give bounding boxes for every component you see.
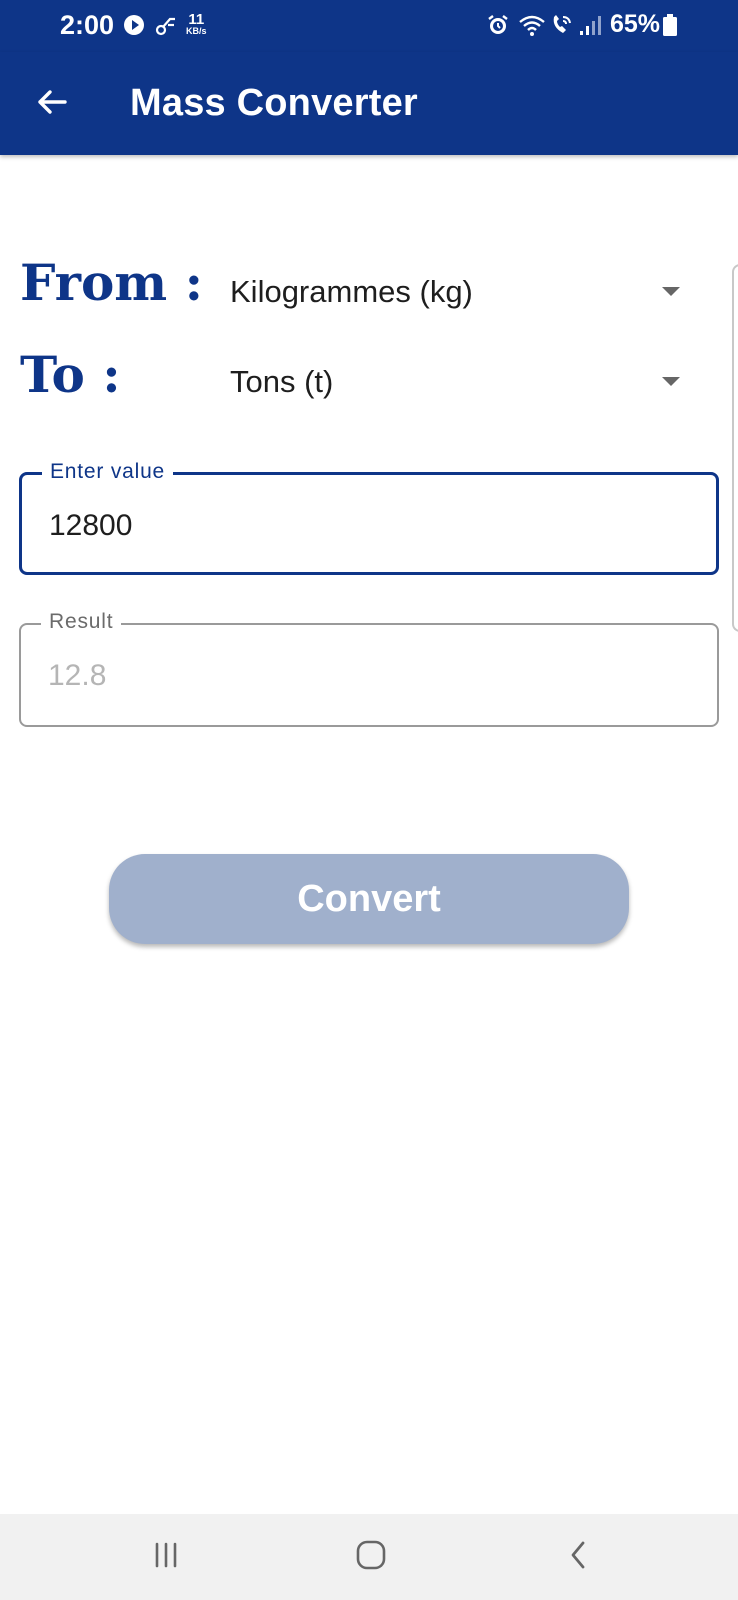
result-label: Result <box>41 610 122 634</box>
home-icon <box>355 1539 387 1576</box>
status-bar: 2:00 11 KB/s 65% <box>0 0 738 52</box>
to-unit-value: Tons (t) <box>230 364 334 399</box>
dropdown-arrow-icon <box>662 287 680 296</box>
playback-icon <box>122 13 146 37</box>
speed-unit: KB/s <box>186 26 207 36</box>
home-button[interactable] <box>341 1532 401 1582</box>
from-unit-value: Kilogrammes (kg) <box>230 274 473 309</box>
recent-apps-button[interactable] <box>136 1532 196 1582</box>
signal-icon <box>578 13 602 37</box>
wifi-icon <box>518 13 545 37</box>
from-label: From : <box>20 253 204 312</box>
to-label: To : <box>20 345 121 404</box>
result-value: 12.8 <box>48 659 107 692</box>
from-unit-dropdown[interactable]: Kilogrammes (kg) <box>220 262 700 322</box>
wifi-calling-icon <box>550 13 574 37</box>
back-icon <box>565 1539 591 1576</box>
convert-button-label: Convert <box>297 877 441 920</box>
page-title: Mass Converter <box>130 82 418 124</box>
value-input-field[interactable]: Enter value 12800 <box>19 460 719 575</box>
side-panel-edge <box>732 264 738 632</box>
network-speed: 11 KB/s <box>186 12 207 36</box>
to-unit-dropdown[interactable]: Tons (t) <box>220 352 700 412</box>
back-button[interactable] <box>30 82 74 126</box>
value-input-label: Enter value <box>42 460 174 484</box>
nav-back-button[interactable] <box>548 1532 608 1582</box>
result-field: Result 12.8 <box>19 610 719 727</box>
dropdown-arrow-icon <box>662 377 680 386</box>
battery-percentage: 65% <box>610 10 661 38</box>
navigation-bar <box>0 1514 738 1600</box>
app-bar: Mass Converter <box>0 52 738 155</box>
battery-icon <box>662 13 686 37</box>
arrow-left-icon <box>35 85 69 124</box>
alarm-icon <box>486 13 510 37</box>
value-input-text[interactable]: 12800 <box>49 509 132 543</box>
recent-apps-icon <box>151 1541 181 1574</box>
speed-value: 11 <box>188 11 205 28</box>
convert-button[interactable]: Convert <box>109 854 629 944</box>
status-time: 2:00 <box>60 10 115 40</box>
link-icon <box>154 13 178 37</box>
